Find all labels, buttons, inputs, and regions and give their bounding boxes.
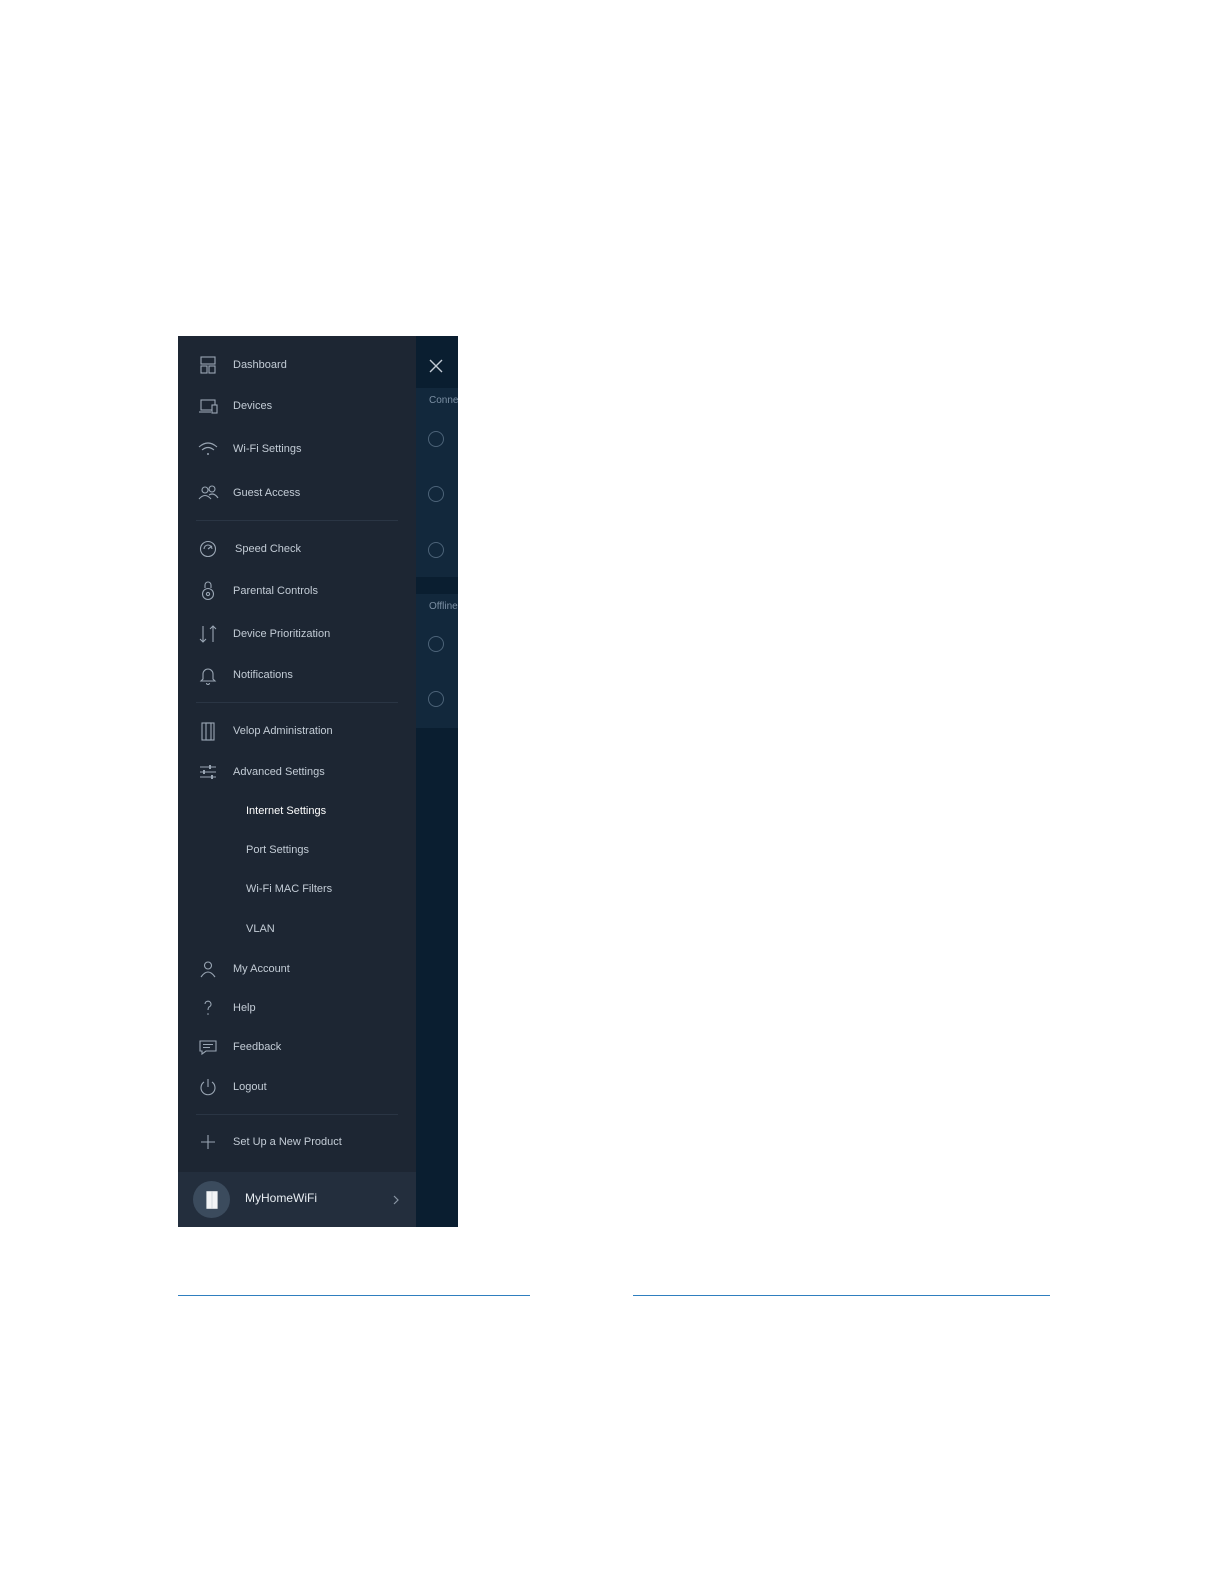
devices-panel-behind: Conne Offline — [416, 336, 458, 1227]
menu-item-label: Wi-Fi Settings — [233, 443, 302, 455]
submenu-item-label: Port Settings — [246, 844, 309, 856]
menu-item-label: Help — [233, 1002, 256, 1014]
user-icon — [196, 957, 220, 981]
submenu-item-vlan[interactable]: VLAN — [178, 911, 416, 947]
menu-item-my-account[interactable]: My Account — [178, 951, 416, 987]
menu-item-velop-administration[interactable]: Velop Administration — [178, 713, 416, 749]
menu-item-device-prioritization[interactable]: Device Prioritization — [178, 616, 416, 652]
chevron-right-icon — [393, 1195, 399, 1205]
side-menu: Dashboard Devices Wi-Fi Settings Guest A… — [178, 336, 416, 1227]
menu-item-logout[interactable]: Logout — [178, 1069, 416, 1105]
dashboard-icon — [196, 353, 220, 377]
submenu-item-label: Wi-Fi MAC Filters — [246, 883, 333, 895]
menu-item-label: Parental Controls — [233, 585, 318, 597]
devices-icon — [196, 394, 220, 418]
plus-icon — [196, 1130, 220, 1154]
device-icon[interactable] — [428, 431, 444, 447]
menu-item-notifications[interactable]: Notifications — [178, 657, 416, 693]
menu-divider — [196, 702, 398, 703]
offline-band — [416, 594, 458, 728]
sliders-icon — [196, 760, 220, 784]
close-icon[interactable] — [428, 358, 444, 374]
speedometer-icon — [196, 537, 220, 561]
offline-label: Offline — [429, 601, 458, 612]
menu-item-label: Feedback — [233, 1041, 282, 1053]
device-icon[interactable] — [428, 542, 444, 558]
device-icon[interactable] — [428, 636, 444, 652]
menu-item-guest-access[interactable]: Guest Access — [178, 475, 416, 511]
divider-line — [633, 1295, 1050, 1296]
menu-item-speed-check[interactable]: Speed Check — [178, 531, 416, 567]
menu-item-devices[interactable]: Devices — [178, 388, 416, 424]
submenu-item-port-settings[interactable]: Port Settings — [178, 832, 416, 868]
menu-item-label: My Account — [233, 963, 290, 975]
submenu-item-label: VLAN — [246, 923, 275, 935]
menu-item-label: Device Prioritization — [233, 628, 331, 640]
menu-item-parental-controls[interactable]: Parental Controls — [178, 573, 416, 609]
submenu-item-label: Internet Settings — [246, 805, 327, 817]
menu-divider — [196, 1114, 398, 1115]
menu-item-label: Velop Administration — [233, 725, 333, 737]
menu-item-label: Dashboard — [233, 359, 287, 371]
network-selector[interactable]: MyHomeWiFi — [178, 1172, 416, 1227]
menu-item-label: Notifications — [233, 669, 293, 681]
menu-item-label: Devices — [233, 400, 273, 412]
menu-item-label: Advanced Settings — [233, 766, 325, 778]
menu-item-advanced-settings[interactable]: Advanced Settings — [178, 754, 416, 790]
menu-item-wifi-settings[interactable]: Wi-Fi Settings — [178, 431, 416, 467]
priority-arrows-icon — [196, 622, 220, 646]
device-icon[interactable] — [428, 691, 444, 707]
menu-item-dashboard[interactable]: Dashboard — [178, 347, 416, 383]
submenu-item-internet-settings[interactable]: Internet Settings — [178, 793, 416, 829]
menu-item-label: Set Up a New Product — [233, 1136, 342, 1148]
lock-icon — [196, 579, 220, 603]
bell-icon — [196, 663, 220, 687]
device-icon[interactable] — [428, 486, 444, 502]
menu-item-help[interactable]: Help — [178, 990, 416, 1026]
velop-node-icon — [196, 719, 220, 743]
connected-label: Conne — [429, 395, 458, 406]
network-name: MyHomeWiFi — [245, 1191, 317, 1205]
menu-item-label: Guest Access — [233, 487, 301, 499]
power-icon — [196, 1075, 220, 1099]
guests-icon — [196, 481, 220, 505]
menu-item-feedback[interactable]: Feedback — [178, 1029, 416, 1065]
divider-line — [178, 1295, 530, 1296]
menu-item-set-up-new-product[interactable]: Set Up a New Product — [178, 1124, 416, 1160]
app-screen: Conne Offline Dashboard Devices Wi-Fi Se… — [178, 336, 458, 1227]
submenu-item-wifi-mac-filters[interactable]: Wi-Fi MAC Filters — [178, 871, 416, 907]
menu-item-label: Logout — [233, 1081, 267, 1093]
menu-divider — [196, 520, 398, 521]
question-icon — [196, 996, 220, 1020]
velop-node-icon — [205, 1190, 218, 1209]
chat-icon — [196, 1035, 220, 1059]
wifi-icon — [196, 437, 220, 461]
avatar — [193, 1181, 230, 1218]
menu-item-label: Speed Check — [235, 543, 302, 555]
